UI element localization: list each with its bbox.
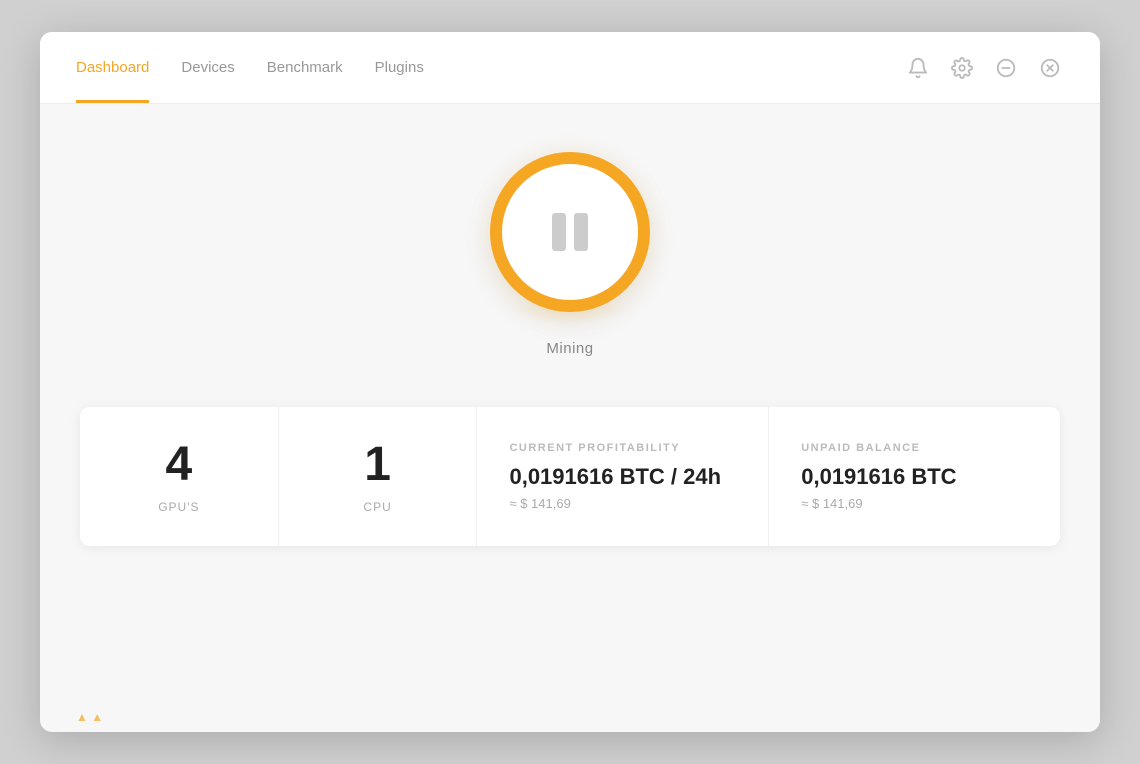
balance-main: 0,0191616 BTC	[801, 464, 1028, 490]
gpu-value: 4	[166, 439, 193, 492]
notification-icon[interactable]	[904, 54, 932, 82]
profitability-header: CURRENT PROFITABILITY	[509, 442, 736, 454]
stat-balance: UNPAID BALANCE 0,0191616 BTC ≈ $ 141,69	[769, 407, 1060, 546]
tab-dashboard-label: Dashboard	[76, 59, 149, 76]
nav-actions	[904, 54, 1064, 82]
pause-icon	[552, 213, 588, 251]
minimize-icon[interactable]	[992, 54, 1020, 82]
stat-profitability: CURRENT PROFITABILITY 0,0191616 BTC / 24…	[477, 407, 769, 546]
tab-devices[interactable]: Devices	[181, 32, 234, 103]
profitability-main: 0,0191616 BTC / 24h	[509, 464, 736, 490]
balance-header: UNPAID BALANCE	[801, 442, 1028, 454]
pause-bar-left	[552, 213, 566, 251]
tab-devices-label: Devices	[181, 59, 234, 76]
tab-benchmark-label: Benchmark	[267, 59, 343, 76]
stat-cpu: 1 CPU	[279, 407, 478, 546]
tab-benchmark[interactable]: Benchmark	[267, 32, 343, 103]
close-icon[interactable]	[1036, 54, 1064, 82]
cpu-label: CPU	[363, 500, 391, 514]
settings-icon[interactable]	[948, 54, 976, 82]
mining-status-label: Mining	[546, 340, 593, 357]
tab-plugins[interactable]: Plugins	[375, 32, 424, 103]
balance-sub: ≈ $ 141,69	[801, 496, 1028, 511]
tab-plugins-label: Plugins	[375, 59, 424, 76]
mining-pause-button[interactable]	[490, 152, 650, 312]
nav-tabs: Dashboard Devices Benchmark Plugins	[76, 32, 424, 103]
bottom-hint: ▲ ▲	[40, 694, 1100, 732]
nav-bar: Dashboard Devices Benchmark Plugins	[40, 32, 1100, 104]
app-window: Dashboard Devices Benchmark Plugins	[40, 32, 1100, 732]
pause-bar-right	[574, 213, 588, 251]
stats-row: 4 GPU'S 1 CPU CURRENT PROFITABILITY 0,01…	[80, 407, 1060, 546]
stat-gpu: 4 GPU'S	[80, 407, 279, 546]
hint-text-left: ▲ ▲	[76, 710, 103, 724]
main-content: Mining 4 GPU'S 1 CPU CURRENT PROFITABILI…	[40, 104, 1100, 694]
cpu-value: 1	[364, 439, 391, 492]
gpu-label: GPU'S	[158, 500, 199, 514]
profitability-sub: ≈ $ 141,69	[509, 496, 736, 511]
mining-button-wrap: Mining	[490, 152, 650, 357]
tab-dashboard[interactable]: Dashboard	[76, 32, 149, 103]
